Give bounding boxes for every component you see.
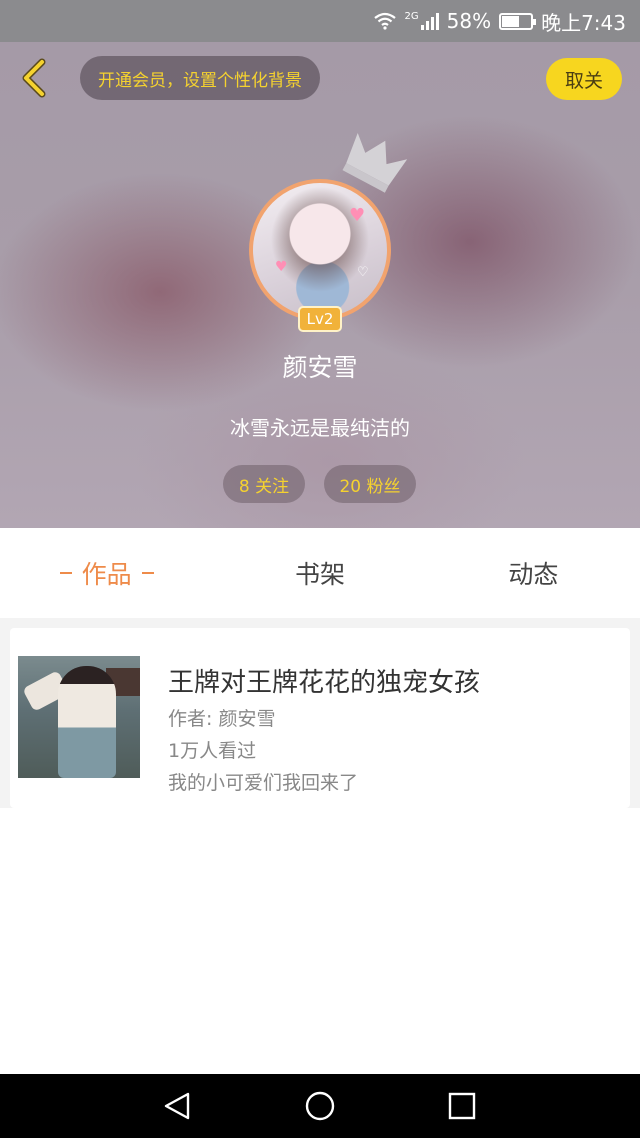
heart-icon: ♥ — [349, 205, 366, 226]
tab-activity-label: 动态 — [508, 560, 559, 589]
user-bio: 冰雪永远是最纯洁的 — [230, 416, 410, 440]
profile-tabs: 作品 书架 动态 — [0, 528, 640, 618]
tab-active-indicator — [59, 572, 72, 574]
status-time: 晚上7:43 — [541, 10, 626, 35]
work-title[interactable]: 王牌对王牌花花的独宠女孩 — [168, 662, 480, 699]
heart-icon: ♥ — [275, 259, 288, 275]
user-name: 颜安雪 — [282, 353, 358, 382]
work-cover-image[interactable] — [18, 656, 140, 778]
status-bar: 2G 58% 晚上7:43 — [0, 0, 640, 42]
tab-works-label: 作品 — [81, 560, 132, 589]
back-button[interactable] — [14, 56, 58, 100]
battery-icon — [499, 12, 537, 30]
work-view-count: 1万人看过 — [168, 740, 257, 762]
works-list: 王牌对王牌花花的独宠女孩 作者: 颜安雪 1万人看过 我的小可爱们我回来了 — [0, 618, 640, 808]
profile-header: 开通会员，设置个性化背景 取关 ♥ ♥ ♡ Lv2 颜安雪 冰雪永远是最纯洁的 … — [0, 42, 640, 528]
wifi-icon — [373, 12, 396, 30]
followers-count-button[interactable]: 20 粉丝 — [324, 465, 416, 503]
system-nav-bar — [0, 1074, 640, 1138]
back-triangle-icon[interactable] — [162, 1090, 194, 1122]
heart-icon: ♡ — [357, 265, 369, 280]
tab-bookshelf[interactable]: 书架 — [213, 528, 426, 618]
battery-percent: 58% — [446, 9, 492, 33]
tab-bookshelf-label: 书架 — [294, 560, 345, 589]
following-count-button[interactable]: 8 关注 — [223, 465, 305, 503]
work-author: 作者: 颜安雪 — [168, 708, 276, 730]
tab-works[interactable]: 作品 — [0, 528, 213, 618]
work-description: 我的小可爱们我回来了 — [168, 772, 359, 794]
signal-icon — [420, 12, 439, 30]
work-card[interactable]: 王牌对王牌花花的独宠女孩 作者: 颜安雪 1万人看过 我的小可爱们我回来了 — [10, 628, 630, 808]
chevron-left-icon — [22, 58, 46, 98]
home-circle-icon[interactable] — [304, 1090, 336, 1122]
tab-active-indicator — [141, 572, 154, 574]
tab-activity[interactable]: 动态 — [427, 528, 640, 618]
level-badge: Lv2 — [298, 306, 342, 332]
recent-square-icon[interactable] — [446, 1090, 478, 1122]
vip-background-prompt[interactable]: 开通会员，设置个性化背景 — [80, 56, 320, 100]
crown-icon — [342, 132, 408, 193]
avatar[interactable]: ♥ ♥ ♡ — [249, 179, 391, 321]
unfollow-button[interactable]: 取关 — [546, 58, 622, 100]
network-type: 2G — [404, 10, 419, 22]
